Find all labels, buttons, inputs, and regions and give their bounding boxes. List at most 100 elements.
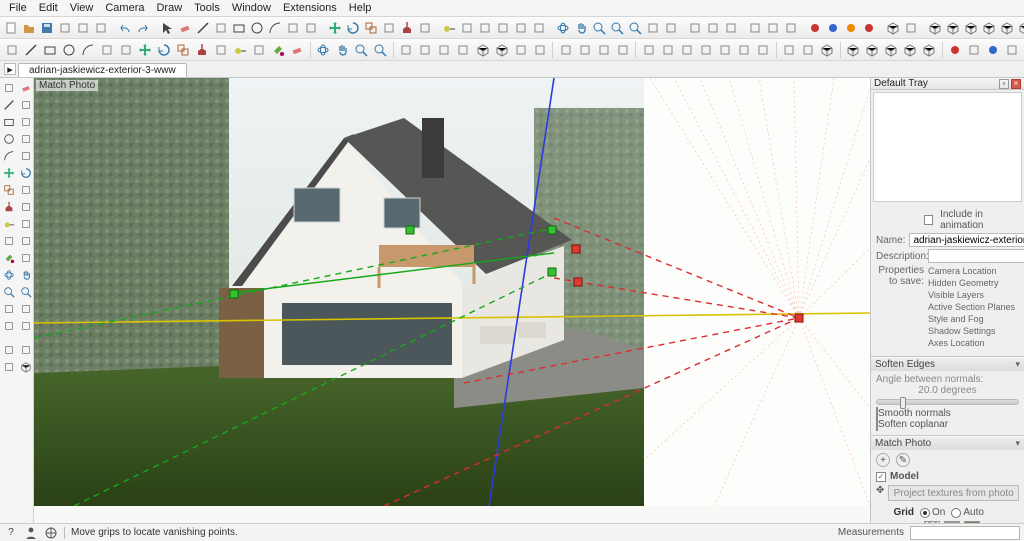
solid-union-button[interactable]	[845, 41, 862, 59]
text-button[interactable]	[251, 41, 268, 59]
line-button[interactable]	[195, 19, 211, 37]
rotate-button[interactable]	[345, 19, 361, 37]
match-edit-icon[interactable]: ✎	[896, 453, 910, 467]
pie-tool[interactable]	[18, 148, 34, 164]
geo-tool[interactable]	[1, 359, 17, 375]
drape-button[interactable]	[716, 41, 733, 59]
solid-subtract-button[interactable]	[864, 41, 881, 59]
pan-tool[interactable]	[18, 267, 34, 283]
zoom-extents-tool[interactable]	[18, 284, 34, 300]
soften-edges-button[interactable]	[557, 41, 574, 59]
geo-icon[interactable]	[44, 526, 58, 540]
walk-tool[interactable]	[1, 318, 17, 334]
match-new-icon[interactable]: +	[876, 453, 890, 467]
polygon-button[interactable]	[98, 41, 115, 59]
warehouse-tool[interactable]	[18, 359, 34, 375]
project-textures-button[interactable]: Project textures from photo	[888, 485, 1019, 501]
axes-red-button[interactable]	[947, 41, 964, 59]
scale-button[interactable]	[174, 41, 191, 59]
polygon-tool[interactable]	[18, 131, 34, 147]
menu-tools[interactable]: Tools	[189, 1, 225, 15]
scene-prop-item[interactable]: Hidden Geometry	[928, 277, 1015, 289]
followme-tool[interactable]	[18, 199, 34, 215]
axes-button[interactable]	[513, 19, 529, 37]
3d-text-tool[interactable]	[1, 342, 17, 358]
position-camera-button[interactable]	[687, 19, 703, 37]
pushpull-button[interactable]	[193, 41, 210, 59]
rectangle-button[interactable]	[231, 19, 247, 37]
scenes-button[interactable]	[512, 41, 529, 59]
fog-toggle-button[interactable]	[765, 19, 781, 37]
entity-info-button[interactable]	[436, 41, 453, 59]
right-button[interactable]	[981, 19, 997, 37]
vr-ext-blue-button[interactable]	[825, 19, 841, 37]
protractor-tool[interactable]	[18, 216, 34, 232]
measurements-input[interactable]	[910, 526, 1020, 540]
3d-warehouse-button[interactable]	[819, 41, 836, 59]
model-info-button[interactable]	[595, 41, 612, 59]
tape-tool[interactable]	[1, 216, 17, 232]
move-button[interactable]	[327, 19, 343, 37]
menu-help[interactable]: Help	[344, 1, 377, 15]
shadows-toggle-button[interactable]	[747, 19, 763, 37]
solid-trim-button[interactable]	[902, 41, 919, 59]
grid-auto-radio[interactable]: Auto	[951, 507, 984, 518]
scene-tab-add-icon[interactable]: ▸	[4, 63, 16, 75]
rectangle-tool[interactable]	[1, 114, 17, 130]
pushpull-button[interactable]	[399, 19, 415, 37]
model-visible-checkbox[interactable]: ✓	[876, 472, 886, 482]
tape-button[interactable]	[441, 19, 457, 37]
select-button[interactable]	[3, 41, 20, 59]
menu-view[interactable]: View	[65, 1, 99, 15]
scene-tab-active[interactable]: adrian-jaskiewicz-exterior-3-www	[18, 63, 187, 77]
extension-mgr-button[interactable]	[903, 19, 919, 37]
circle-button[interactable]	[60, 41, 77, 59]
scene-prop-item[interactable]: Shadow Settings	[928, 325, 1015, 337]
look-around-button[interactable]	[705, 19, 721, 37]
left-button[interactable]	[1017, 19, 1024, 37]
sandbox-tool[interactable]	[18, 342, 34, 358]
prev-view-button[interactable]	[645, 19, 661, 37]
copy-button[interactable]	[75, 19, 91, 37]
materials-button[interactable]	[455, 41, 472, 59]
preferences-button[interactable]	[614, 41, 631, 59]
text-button[interactable]	[495, 19, 511, 37]
move-tool[interactable]	[1, 165, 17, 181]
back-button[interactable]	[999, 19, 1015, 37]
match-photo-header[interactable]: Match Photo ▾	[871, 436, 1024, 450]
scene-prop-item[interactable]: Style and Fog	[928, 313, 1015, 325]
protractor-button[interactable]	[459, 19, 475, 37]
top-button[interactable]	[945, 19, 961, 37]
line-tool[interactable]	[1, 97, 17, 113]
grid-on-radio[interactable]: On	[920, 507, 945, 518]
iso-button[interactable]	[927, 19, 943, 37]
vr-plugin-red-button[interactable]	[861, 19, 877, 37]
tray-pin-icon[interactable]: ▫	[999, 79, 1009, 89]
scene-name-input[interactable]	[909, 233, 1024, 247]
zoom-window-button[interactable]	[609, 19, 625, 37]
dimension-button[interactable]	[477, 19, 493, 37]
vr-orange-button[interactable]	[843, 19, 859, 37]
outliner-button[interactable]	[417, 41, 434, 59]
menu-file[interactable]: File	[4, 1, 32, 15]
soften-edges-header[interactable]: Soften Edges ▾	[871, 357, 1024, 371]
solid-split-button[interactable]	[921, 41, 938, 59]
menu-camera[interactable]: Camera	[100, 1, 149, 15]
match-photo-button[interactable]	[576, 41, 593, 59]
include-animation-checkbox[interactable]	[924, 215, 933, 225]
rectangle-button[interactable]	[41, 41, 58, 59]
arc-tool[interactable]	[1, 148, 17, 164]
scene-prop-item[interactable]: Camera Location	[928, 265, 1015, 277]
offset-tool[interactable]	[18, 182, 34, 198]
rotate-button[interactable]	[155, 41, 172, 59]
add-detail-button[interactable]	[735, 41, 752, 59]
flip-edge-button[interactable]	[755, 41, 772, 59]
front-button[interactable]	[963, 19, 979, 37]
rotate-tool[interactable]	[18, 165, 34, 181]
dimension-tool[interactable]	[18, 233, 34, 249]
cut-button[interactable]	[57, 19, 73, 37]
followme-button[interactable]	[213, 41, 230, 59]
eraser-button[interactable]	[289, 41, 306, 59]
pan-button[interactable]	[573, 19, 589, 37]
zoom-button[interactable]	[353, 41, 370, 59]
